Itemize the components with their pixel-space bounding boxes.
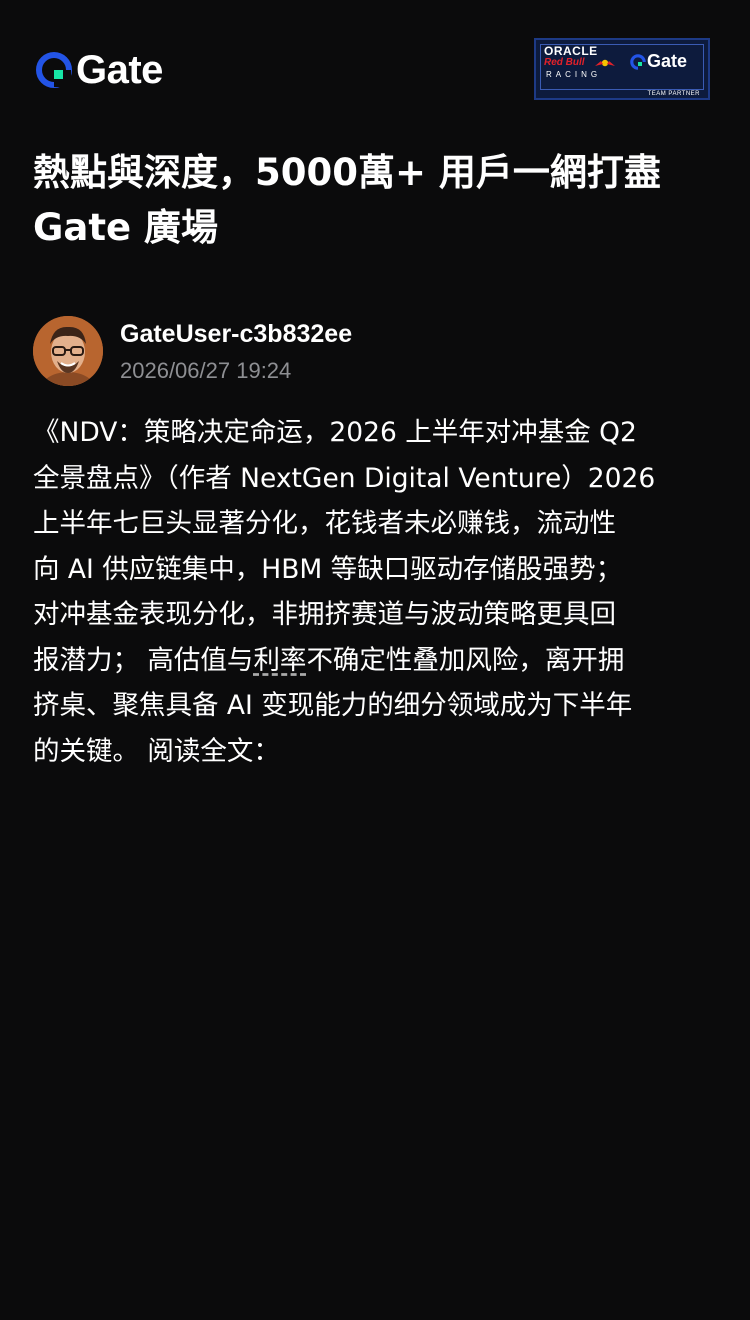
badge-gate-logo: Gate [630, 51, 687, 72]
post-text-segment: 报潜力； 高估值与 [33, 644, 254, 676]
logo-text: Gate [76, 48, 163, 92]
author-name[interactable]: GateUser-c3b832ee [120, 318, 352, 350]
post-timestamp: 2026/06/27 19:24 [120, 358, 292, 383]
title-line-2: Gate 廣場 [33, 206, 218, 249]
post-line: 对冲基金表现分化，非拥挤赛道与波动策略更具回 [33, 599, 616, 630]
gate-logo-icon [36, 52, 72, 88]
racing-text: RACING [546, 70, 602, 79]
badge-gate-text: Gate [647, 51, 688, 71]
avatar[interactable] [33, 316, 103, 386]
user-avatar-icon [33, 316, 103, 386]
post-line: 《NDV：策略决定命运，2026 上半年对冲基金 Q2 [33, 417, 637, 448]
oracle-text: ORACLE [544, 44, 598, 58]
read-full-text-link[interactable]: 的关键。 阅读全文： [33, 729, 723, 775]
redbull-text: Red Bull [544, 57, 585, 68]
post-line: 全景盘点》（作者 NextGen Digital Venture）2026 [33, 462, 656, 494]
badge-gate-icon [630, 53, 646, 70]
team-partner-text: TEAM PARTNER [647, 91, 700, 97]
post-line: 挤桌、聚焦具备 AI 变现能力的细分领域成为下半年 [33, 690, 633, 721]
team-partner-badge[interactable]: ORACLE Red Bull RACING Gate TEAM PARTNER [534, 38, 710, 100]
post-content: 《NDV：策略决定命运，2026 上半年对冲基金 Q2 全景盘点》（作者 Nex… [33, 410, 723, 774]
header: Gate ORACLE Red Bull RACING Gate TEAM PA… [0, 0, 750, 130]
post-line: 上半年七巨头显著分化，花钱者未必赚钱，流动性 [33, 508, 616, 539]
title-line-1: 熱點與深度，5000萬+ 用戶一網打盡 [33, 151, 661, 194]
post-line: 向 AI 供应链集中，HBM 等缺口驱动存储股强势； [33, 553, 623, 585]
interest-rate-link[interactable]: 利率 [253, 645, 306, 676]
post-text-segment: 不确定性叠加风险，离开拥 [306, 644, 625, 676]
post-line: 报潜力； 高估值与利率不确定性叠加风险，离开拥 [33, 638, 723, 684]
gate-logo[interactable]: Gate [36, 50, 163, 90]
page-title: 熱點與深度，5000萬+ 用戶一網打盡 Gate 廣場 [33, 145, 723, 255]
post-author: GateUser-c3b832ee 2026/06/27 19:24 [33, 316, 723, 388]
redbull-bulls-icon [595, 59, 615, 67]
